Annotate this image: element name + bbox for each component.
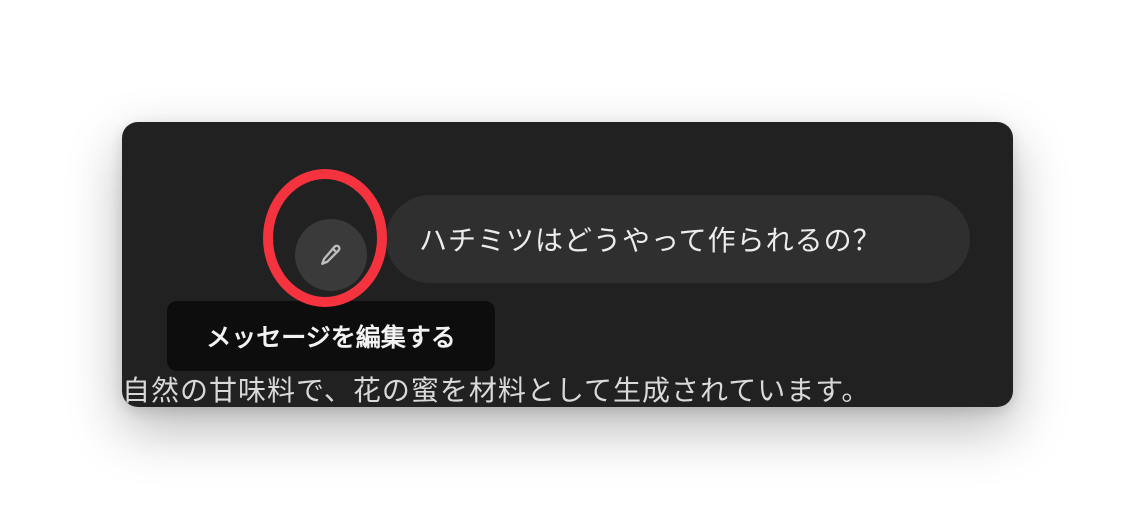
assistant-reply-text: 自然の甘味料で、花の蜜を材料として生成されています。 [122,374,871,407]
user-message-bubble: ハチミツはどうやって作られるの？ [386,195,970,283]
edit-message-tooltip: メッセージを編集する [167,301,495,371]
tooltip-text: メッセージを編集する [206,323,456,352]
chat-panel: ハチミツはどうやって作られるの？ メッセージを編集する 自然の甘味料で、花の蜜を… [122,122,1013,407]
edit-message-button[interactable] [295,219,367,291]
user-message-text: ハチミツはどうやって作られるの？ [419,224,882,257]
pencil-icon [317,241,345,269]
